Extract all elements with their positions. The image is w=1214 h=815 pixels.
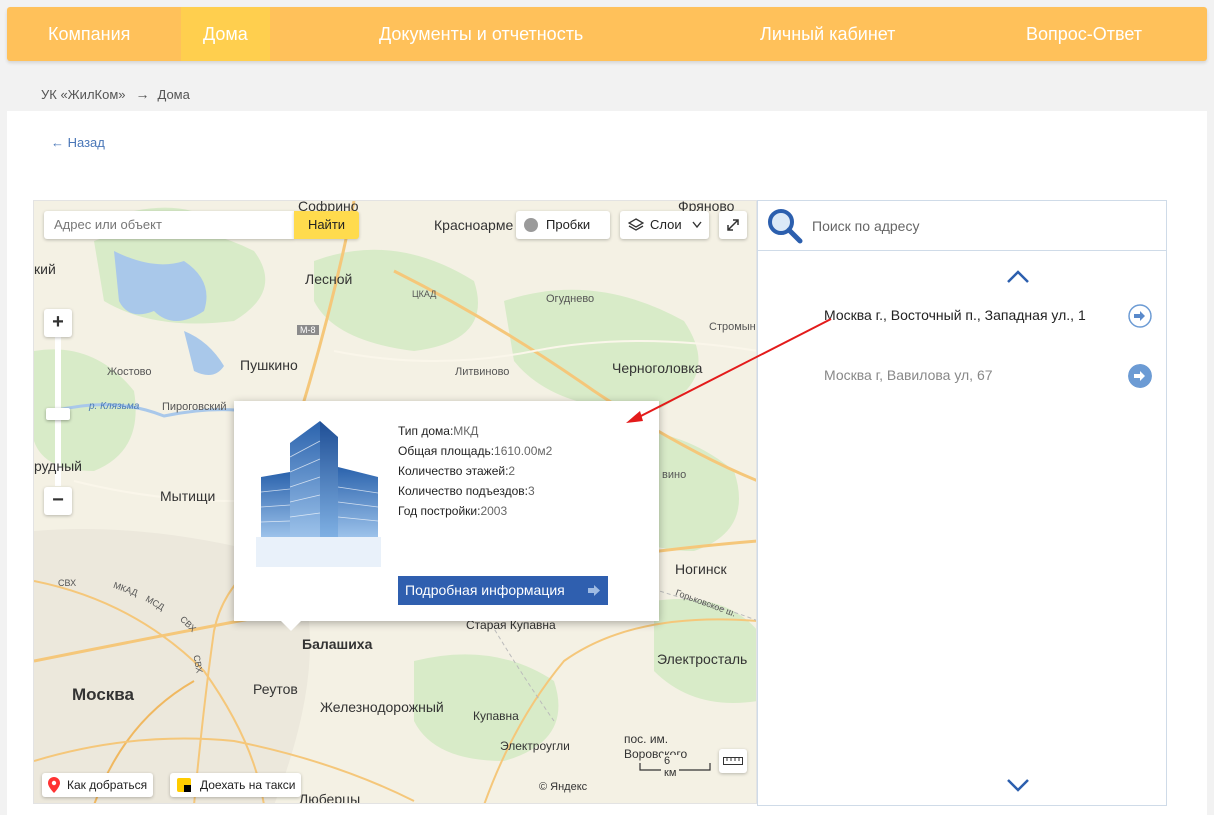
road-m8: М-8	[297, 325, 319, 335]
zoom-out-button[interactable]: −	[44, 487, 72, 515]
layers-button[interactable]: Слои	[620, 211, 709, 239]
place-stromyn: Стромын	[709, 321, 756, 333]
place-zheleznodorozhny: Железнодорожный	[320, 699, 444, 715]
map-find-button[interactable]: Найти	[294, 211, 359, 239]
layers-icon	[628, 218, 644, 231]
place-noginsk: Ногинск	[675, 561, 727, 577]
prop-floors: Количество этажей:2	[398, 464, 516, 478]
route-label: Как добраться	[67, 778, 148, 792]
road-svh-1: СВХ	[58, 578, 77, 588]
chevron-down-icon	[692, 221, 702, 229]
nav-houses[interactable]: Дома	[181, 7, 270, 61]
ruler-icon	[723, 757, 743, 765]
place-kiy: кий	[34, 261, 56, 277]
chevron-up-icon[interactable]	[1006, 269, 1030, 285]
prop-type: Тип дома:МКД	[398, 424, 479, 438]
back-link[interactable]: ← Назад	[51, 135, 105, 150]
map-pin-icon	[48, 777, 60, 793]
ruler-button[interactable]	[719, 749, 747, 773]
place-chernogolovka: Черноголовка	[612, 360, 703, 376]
river-klyazma: р. Клязьма	[89, 401, 140, 412]
map-scale-label: 6 км	[661, 755, 680, 779]
place-elektrostal: Электросталь	[657, 651, 748, 667]
place-mytishchi: Мытищи	[160, 488, 216, 504]
place-tskad: ЦКАД	[412, 289, 437, 299]
house-properties: Тип дома:МКД Общая площадь:1610.00м2 Кол…	[398, 421, 552, 521]
traffic-label: Пробки	[546, 217, 591, 232]
nav-account[interactable]: Личный кабинет	[760, 7, 895, 61]
go-arrow-icon[interactable]	[1128, 304, 1152, 328]
prop-area: Общая площадь:1610.00м2	[398, 444, 553, 458]
address-item-2[interactable]: Москва г, Вавилова ул, 67	[824, 367, 993, 383]
breadcrumb-root[interactable]: УК «ЖилКом»	[41, 87, 126, 102]
place-balashikha: Балашиха	[302, 636, 373, 652]
breadcrumb: УК «ЖилКом» → Дома	[41, 86, 196, 102]
traffic-button[interactable]: Пробки	[516, 211, 610, 239]
place-lesnoy: Лесной	[305, 271, 353, 287]
taxi-button[interactable]: Доехать на такси	[170, 773, 302, 797]
zoom-in-button[interactable]: +	[44, 309, 72, 337]
place-litvinovo: Литвиново	[455, 366, 510, 378]
place-ogudnevo: Огуднево	[546, 293, 595, 305]
map-copyright: © Яндекс	[539, 781, 588, 793]
traffic-icon	[524, 218, 538, 232]
search-icon	[768, 209, 803, 244]
address-item-1[interactable]: Москва г., Восточный п., Западная ул., 1	[824, 307, 1086, 323]
arrow-right-icon	[588, 585, 600, 596]
taxi-icon	[177, 778, 191, 792]
taxi-label: Доехать на такси	[200, 778, 296, 792]
route-button[interactable]: Как добраться	[42, 773, 154, 797]
map-search-input[interactable]: Адрес или объект	[44, 211, 294, 239]
place-krasnoarm: Красноарме	[434, 217, 514, 233]
place-lyubertsy: Люберцы	[299, 791, 361, 804]
building-icon	[256, 421, 381, 567]
address-search-input[interactable]: Поиск по адресу	[812, 218, 919, 234]
place-zhostovo: Жостово	[107, 366, 152, 378]
place-moskva: Москва	[72, 685, 134, 704]
breadcrumb-separator: →	[135, 86, 150, 102]
place-vorovsky-1: пос. им.	[624, 732, 669, 746]
place-elektrougli: Электроугли	[500, 739, 570, 753]
layers-label: Слои	[650, 217, 682, 232]
place-rudny: рудный	[34, 458, 82, 474]
prop-entrances: Количество подъездов:3	[398, 484, 535, 498]
nav-faq[interactable]: Вопрос-Ответ	[1026, 7, 1142, 61]
breadcrumb-current: Дома	[157, 87, 190, 102]
address-list-panel: Поиск по адресу Москва г., Восточный п.,…	[757, 200, 1167, 806]
fullscreen-button[interactable]	[719, 211, 747, 239]
more-info-label: Подробная информация	[405, 582, 565, 598]
top-nav: Компания Дома Документы и отчетность Лич…	[7, 7, 1207, 61]
go-arrow-icon[interactable]	[1128, 364, 1152, 388]
place-kupavna: Купавна	[473, 709, 519, 723]
chevron-down-icon[interactable]	[1006, 777, 1030, 793]
nav-documents[interactable]: Документы и отчетность	[379, 7, 583, 61]
more-info-button[interactable]: Подробная информация	[398, 576, 608, 605]
prop-year: Год постройки:2003	[398, 504, 508, 518]
place-pushkino: Пушкино	[240, 357, 298, 373]
expand-icon	[727, 219, 739, 231]
place-reutov: Реутов	[253, 681, 298, 697]
address-search[interactable]: Поиск по адресу	[758, 201, 1166, 251]
map[interactable]: Софрино Фряново Красноарме кий Лесной ЦК…	[33, 200, 757, 804]
place-pirogovsky: Пироговский	[162, 401, 227, 413]
content-panel: ← Назад Софрино Фряново Красноарме кий Л…	[7, 111, 1207, 815]
place-vino: вино	[662, 469, 687, 481]
nav-company[interactable]: Компания	[48, 7, 130, 61]
zoom-slider-handle[interactable]	[46, 408, 70, 420]
house-popup: Тип дома:МКД Общая площадь:1610.00м2 Кол…	[234, 401, 659, 631]
